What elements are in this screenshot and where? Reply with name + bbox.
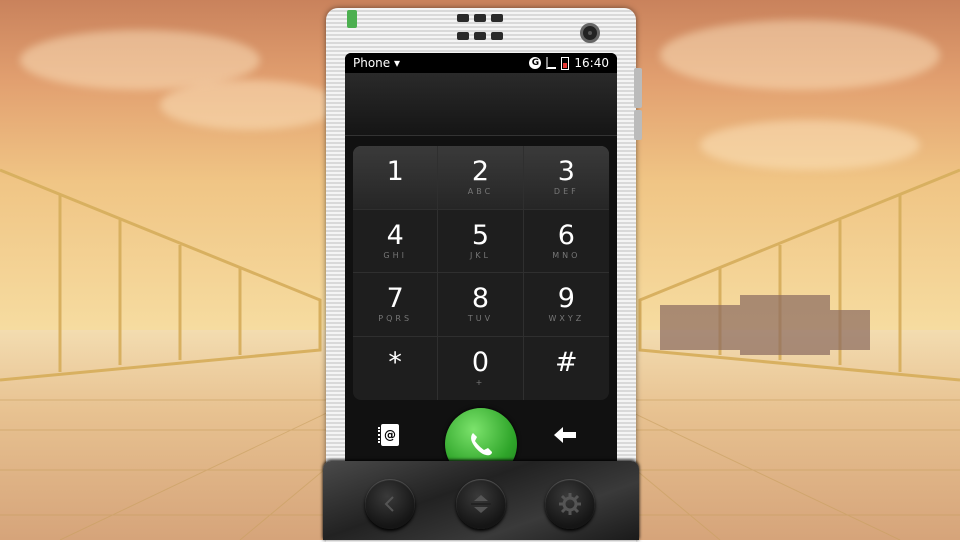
key-6[interactable]: 6 MNO bbox=[523, 210, 609, 273]
signal-icon bbox=[546, 57, 557, 69]
phone-handset-icon bbox=[471, 433, 492, 456]
status-bar: Phone ▾ G 16:40 bbox=[345, 53, 617, 73]
key-0[interactable]: 0 + bbox=[438, 336, 524, 400]
up-down-arrows-icon bbox=[471, 495, 491, 513]
key-2[interactable]: 2 ABC bbox=[438, 146, 524, 210]
battery-low-icon bbox=[561, 56, 570, 70]
speaker-grille bbox=[457, 14, 503, 44]
power-button[interactable] bbox=[634, 110, 642, 140]
phone-screen: Phone ▾ G 16:40 1 2 ABC 3 DEF 4 GHI 5 JKL 6M… bbox=[345, 53, 617, 473]
camera-icon bbox=[580, 23, 600, 43]
key-8[interactable]: 8 TUV bbox=[438, 273, 524, 337]
key-hash[interactable]: # bbox=[524, 337, 609, 401]
key-1[interactable]: 1 bbox=[353, 146, 439, 210]
volume-button[interactable] bbox=[634, 68, 642, 108]
g-network-icon: G bbox=[529, 57, 542, 69]
key-7[interactable]: 7 PQRS bbox=[353, 273, 439, 337]
key-9[interactable]: 9 WXYZ bbox=[523, 273, 609, 337]
navigation-hardware-button[interactable] bbox=[456, 479, 506, 529]
key-3[interactable]: 3 DEF bbox=[523, 146, 609, 210]
dialed-number-field[interactable] bbox=[345, 73, 617, 136]
key-star[interactable]: * bbox=[353, 336, 439, 400]
notification-led bbox=[347, 10, 357, 28]
delete-button[interactable] bbox=[545, 422, 585, 448]
back-hardware-button[interactable] bbox=[365, 479, 415, 529]
contacts-book-icon: @ bbox=[378, 424, 399, 446]
app-name[interactable]: Phone ▾ bbox=[353, 56, 400, 70]
backspace-arrow-icon bbox=[554, 427, 576, 443]
dial-keypad: 1 2 ABC 3 DEF 4 GHI 5 JKL 6 MNO 7 PQRS 8 TUV 9W… bbox=[353, 146, 609, 400]
hardware-button-bar bbox=[323, 461, 639, 540]
status-time: 16:40 bbox=[574, 56, 609, 70]
contacts-button[interactable]: @ bbox=[375, 420, 405, 450]
chevron-left-icon bbox=[384, 496, 394, 512]
gear-icon bbox=[559, 493, 581, 515]
key-4[interactable]: 4 GHI bbox=[353, 209, 439, 273]
settings-hardware-button[interactable] bbox=[545, 479, 595, 529]
key-5[interactable]: 5 JKL bbox=[438, 209, 524, 273]
